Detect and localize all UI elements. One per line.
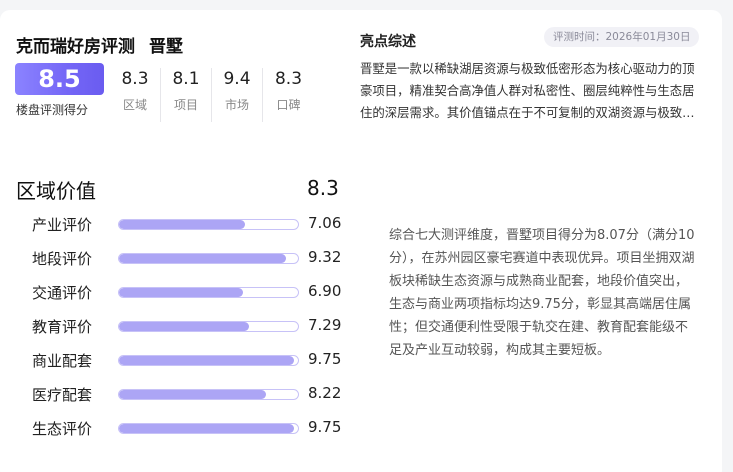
subscore-market: 9.4 市场 — [212, 68, 263, 122]
metric-value: 9.32 — [308, 248, 342, 266]
metric-row-medical: 医疗配套 8.22 — [0, 382, 350, 406]
metric-bar — [118, 321, 299, 332]
metric-bar-fill — [119, 254, 286, 263]
metric-bar-fill — [119, 322, 250, 331]
metric-row-location: 地段评价 9.32 — [0, 246, 350, 270]
metric-label: 生态评价 — [32, 420, 93, 438]
page-title: 克而瑞好房评测 晋墅 — [16, 32, 183, 57]
metric-bar — [118, 287, 299, 298]
metric-bar-fill — [119, 288, 243, 297]
subscore-value: 8.3 — [274, 69, 303, 89]
subscore-reputation: 8.3 口碑 — [263, 68, 314, 122]
metric-bar-fill — [119, 220, 246, 229]
metric-value: 9.75 — [308, 350, 342, 368]
subscore-label: 口碑 — [276, 98, 301, 112]
subscore-region: 8.3 区域 — [110, 68, 161, 122]
subscore-label: 市场 — [224, 98, 249, 112]
metric-row-commerce: 商业配套 9.75 — [0, 348, 350, 372]
subscore-label: 项目 — [173, 98, 198, 112]
subscore-value: 8.1 — [172, 69, 200, 89]
metric-bar — [118, 253, 299, 264]
metric-label: 商业配套 — [32, 352, 93, 370]
metric-row-ecology: 生态评价 9.75 — [0, 416, 350, 440]
overall-score-badge: 8.5 — [15, 63, 104, 95]
project-name: 晋墅 — [149, 37, 183, 57]
metric-bar-fill — [119, 390, 267, 399]
subscore-value: 8.3 — [121, 69, 149, 89]
metric-bar — [118, 355, 299, 366]
highlights-text[interactable]: 晋墅是一款以稀缺湖居资源与极致低密形态为核心驱动力的顶豪项目，精准契合高净值人群… — [360, 58, 700, 124]
region-section-title: 区域价值 — [16, 179, 96, 203]
metric-row-industry: 产业评价 7.06 — [0, 212, 350, 236]
metric-label: 产业评价 — [32, 216, 93, 234]
metric-value: 7.29 — [308, 316, 342, 334]
overall-score-caption: 楼盘评测得分 — [16, 103, 89, 117]
subscore-value: 9.4 — [223, 69, 251, 89]
metric-bar-fill — [119, 356, 294, 365]
evaluation-time-badge: 评测时间：2026年01月30日 — [544, 27, 700, 47]
metric-row-transport: 交通评价 6.90 — [0, 280, 350, 304]
subscore-project: 8.1 项目 — [161, 68, 212, 122]
region-summary-text: 综合七大测评维度，晋墅项目得分为8.07分（满分10分），在苏州园区豪宅赛道中表… — [389, 228, 695, 358]
subscore-label: 区域 — [122, 98, 147, 112]
brand-name: 克而瑞好房评测 — [16, 37, 135, 57]
metric-bar-fill — [119, 424, 294, 433]
metric-label: 交通评价 — [32, 284, 93, 302]
subscore-group: 8.3 区域 8.1 项目 9.4 市场 8.3 口碑 — [110, 68, 314, 122]
metric-value: 8.22 — [308, 384, 342, 402]
metric-label: 教育评价 — [32, 318, 93, 336]
metric-row-education: 教育评价 7.29 — [0, 314, 350, 338]
metric-bar — [118, 389, 299, 400]
metric-bar — [118, 219, 299, 230]
metric-label: 医疗配套 — [32, 386, 93, 404]
evaluation-card: 克而瑞好房评测 晋墅 8.5 楼盘评测得分 8.3 区域 8.1 项目 9.4 市… — [0, 10, 722, 472]
metric-value: 6.90 — [308, 282, 342, 300]
region-section-score: 8.3 — [307, 176, 339, 200]
metric-label: 地段评价 — [32, 250, 93, 268]
highlights-title: 亮点综述 — [360, 34, 416, 50]
metric-value: 9.75 — [308, 418, 342, 436]
metric-bar — [118, 423, 299, 434]
metric-value: 7.06 — [308, 214, 342, 232]
